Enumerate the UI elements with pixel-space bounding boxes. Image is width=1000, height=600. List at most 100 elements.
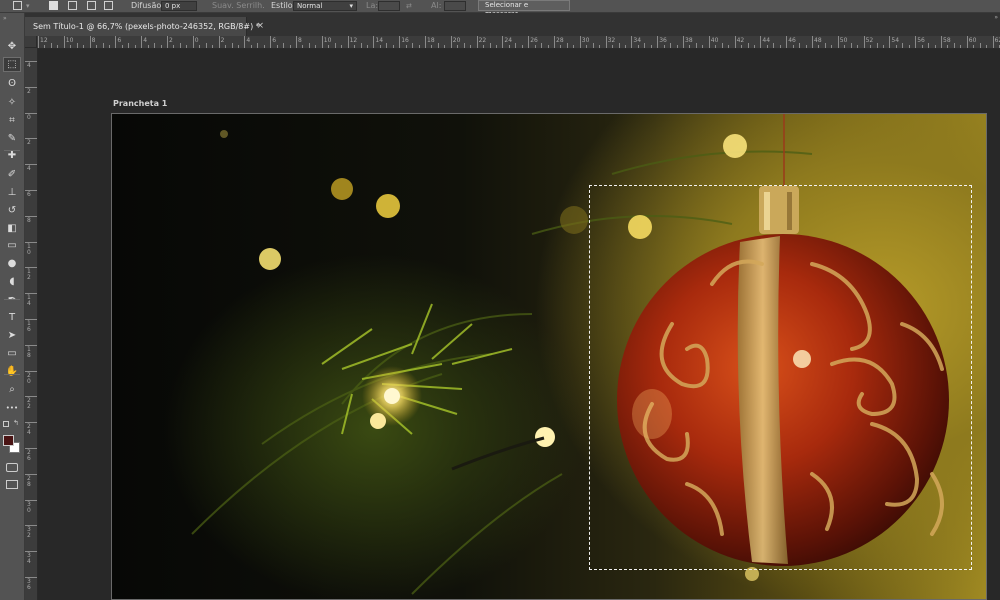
ruler-minor-tick <box>824 43 826 48</box>
ruler-tick <box>25 448 37 449</box>
lasso-tool-icon[interactable]: ʘ <box>3 76 21 91</box>
ruler-minor-tick <box>457 45 459 48</box>
ruler-minor-tick <box>521 45 523 48</box>
style-select-value: Normal <box>297 2 323 10</box>
ruler-minor-tick <box>379 45 381 48</box>
ruler-tick-label: 52 <box>865 37 874 44</box>
blur-tool-icon[interactable]: ● <box>3 256 21 271</box>
ruler-tick-label: 2 <box>27 87 31 95</box>
ruler-minor-tick <box>960 45 962 48</box>
feather-input[interactable]: 0 px <box>161 1 197 11</box>
clone-stamp-tool-icon[interactable]: ⊥ <box>3 185 21 200</box>
ruler-tick <box>863 36 865 48</box>
ruler-tick <box>25 370 37 372</box>
marquee-preset-icon[interactable] <box>13 1 22 10</box>
eraser-tool-icon[interactable]: ◧ <box>3 221 21 236</box>
ruler-tick-label: 3 2 <box>27 526 31 540</box>
horizontal-ruler[interactable]: 12 10 8 6 4 2 0 2 4 6 8 10 12 14 16 18 20 22 24 26 28 30 32 34 3… <box>37 36 1000 49</box>
close-icon[interactable]: × <box>256 17 264 36</box>
ruler-tick-label: 1 0 <box>27 242 31 256</box>
antialias-checkbox[interactable]: Suav. Serrilh. <box>212 0 265 12</box>
artboard[interactable] <box>111 113 987 600</box>
ruler-tick <box>25 499 37 501</box>
height-input[interactable] <box>444 1 466 11</box>
width-label: La: <box>366 1 379 10</box>
document-tab[interactable]: Sem Título-1 @ 66,7% (pexels-photo-24635… <box>25 17 264 36</box>
ruler-minor-tick <box>773 43 775 48</box>
ruler-minor-tick <box>663 45 665 48</box>
zoom-tool-icon[interactable]: ⌕ <box>3 382 21 397</box>
eyedropper-tool-icon[interactable]: ✎ <box>3 131 21 146</box>
history-brush-tool-icon[interactable]: ↺ <box>3 203 21 218</box>
ruler-minor-tick <box>489 43 491 48</box>
swap-icon[interactable]: ⇄ <box>406 0 412 12</box>
dropdown-arrow-icon[interactable]: ▾ <box>26 0 30 12</box>
panel-collapse-icon[interactable]: » <box>994 14 998 21</box>
foreground-color-swatch[interactable] <box>3 435 14 446</box>
ruler-tick <box>25 138 37 140</box>
screen-mode-icon[interactable] <box>6 480 18 489</box>
ruler-tick-label: 58 <box>943 37 951 44</box>
intersect-selection-icon[interactable] <box>104 1 113 10</box>
edit-toolbar-icon[interactable]: ••• <box>3 400 21 415</box>
magic-wand-tool-icon[interactable]: ✧ <box>3 95 21 110</box>
type-tool-icon[interactable]: T <box>3 310 21 325</box>
ruler-minor-tick <box>405 45 407 48</box>
ruler-minor-tick <box>70 45 72 48</box>
ruler-minor-tick <box>50 43 52 48</box>
ruler-tick <box>399 36 401 48</box>
ruler-tick-label: 1 4 <box>27 294 31 308</box>
ruler-tick <box>579 36 581 48</box>
ruler-origin[interactable] <box>25 36 37 48</box>
ruler-tick <box>450 36 452 48</box>
add-selection-icon[interactable] <box>68 1 77 10</box>
swap-colors-icon[interactable]: ↰ <box>13 419 19 427</box>
rectangle-shape-tool-icon[interactable]: ▭ <box>3 346 21 361</box>
ruler-minor-tick <box>566 43 568 48</box>
move-tool-icon[interactable]: ✥ <box>3 39 21 54</box>
ruler-minor-tick <box>599 45 601 48</box>
quick-mask-icon[interactable] <box>6 463 18 472</box>
ruler-tick <box>631 36 633 48</box>
ruler-minor-tick <box>850 43 852 48</box>
ruler-tick-label: 30 <box>581 37 590 44</box>
ruler-minor-tick <box>515 43 517 48</box>
ruler-minor-tick <box>560 45 562 48</box>
ruler-minor-tick <box>250 45 252 48</box>
ruler-minor-tick <box>973 45 975 48</box>
ruler-tick-label: 2 <box>169 37 173 44</box>
dodge-tool-icon[interactable]: ◖ <box>3 274 21 289</box>
ruler-tick-label: 56 <box>917 37 925 44</box>
ruler-minor-tick <box>792 45 794 48</box>
ruler-minor-tick <box>831 45 833 48</box>
panel-collapse-icon[interactable]: » <box>3 15 7 22</box>
ruler-minor-tick <box>360 43 362 48</box>
new-selection-icon[interactable] <box>49 1 58 10</box>
ruler-tick <box>167 36 168 48</box>
artboard-label[interactable]: Prancheta 1 <box>113 99 167 108</box>
options-bar: ▾ Difusão: 0 px Suav. Serrilh. Estilo: N… <box>0 0 1000 18</box>
ruler-minor-tick <box>902 43 904 48</box>
default-colors-icon[interactable] <box>3 421 9 427</box>
ruler-tick-label: 12 <box>40 37 48 44</box>
ruler-minor-tick <box>508 45 510 48</box>
ruler-minor-tick <box>882 45 884 48</box>
ruler-tick <box>992 36 994 48</box>
select-and-mask-button[interactable]: Selecionar e mascarar... <box>478 0 570 18</box>
path-selection-tool-icon[interactable]: ➤ <box>3 328 21 343</box>
ruler-tick <box>63 36 65 48</box>
brush-tool-icon[interactable]: ✐ <box>3 167 21 182</box>
style-select[interactable]: Normal ▾ <box>293 1 357 11</box>
rect-marquee-tool-icon[interactable]: ⬚ <box>3 57 21 72</box>
hand-tool-icon[interactable]: ✋ <box>3 364 21 379</box>
width-input[interactable] <box>378 1 400 11</box>
crop-tool-icon[interactable]: ⌗ <box>3 113 21 128</box>
gradient-tool-icon[interactable]: ▭ <box>3 238 21 253</box>
subtract-selection-icon[interactable] <box>87 1 96 10</box>
ruler-tick-label: 6 <box>272 37 277 44</box>
ruler-minor-tick <box>689 45 691 48</box>
ruler-tick-label: 8 <box>91 37 96 44</box>
style-label: Estilo: <box>271 1 296 10</box>
vertical-ruler[interactable]: 4 2 0 2 4 6 8 1 0 1 2 1 4 1 6 1 8 2 0 2 2 2 4 2 6 2 8 3 0… <box>25 48 38 600</box>
ruler-tick-label: 32 <box>607 37 616 44</box>
